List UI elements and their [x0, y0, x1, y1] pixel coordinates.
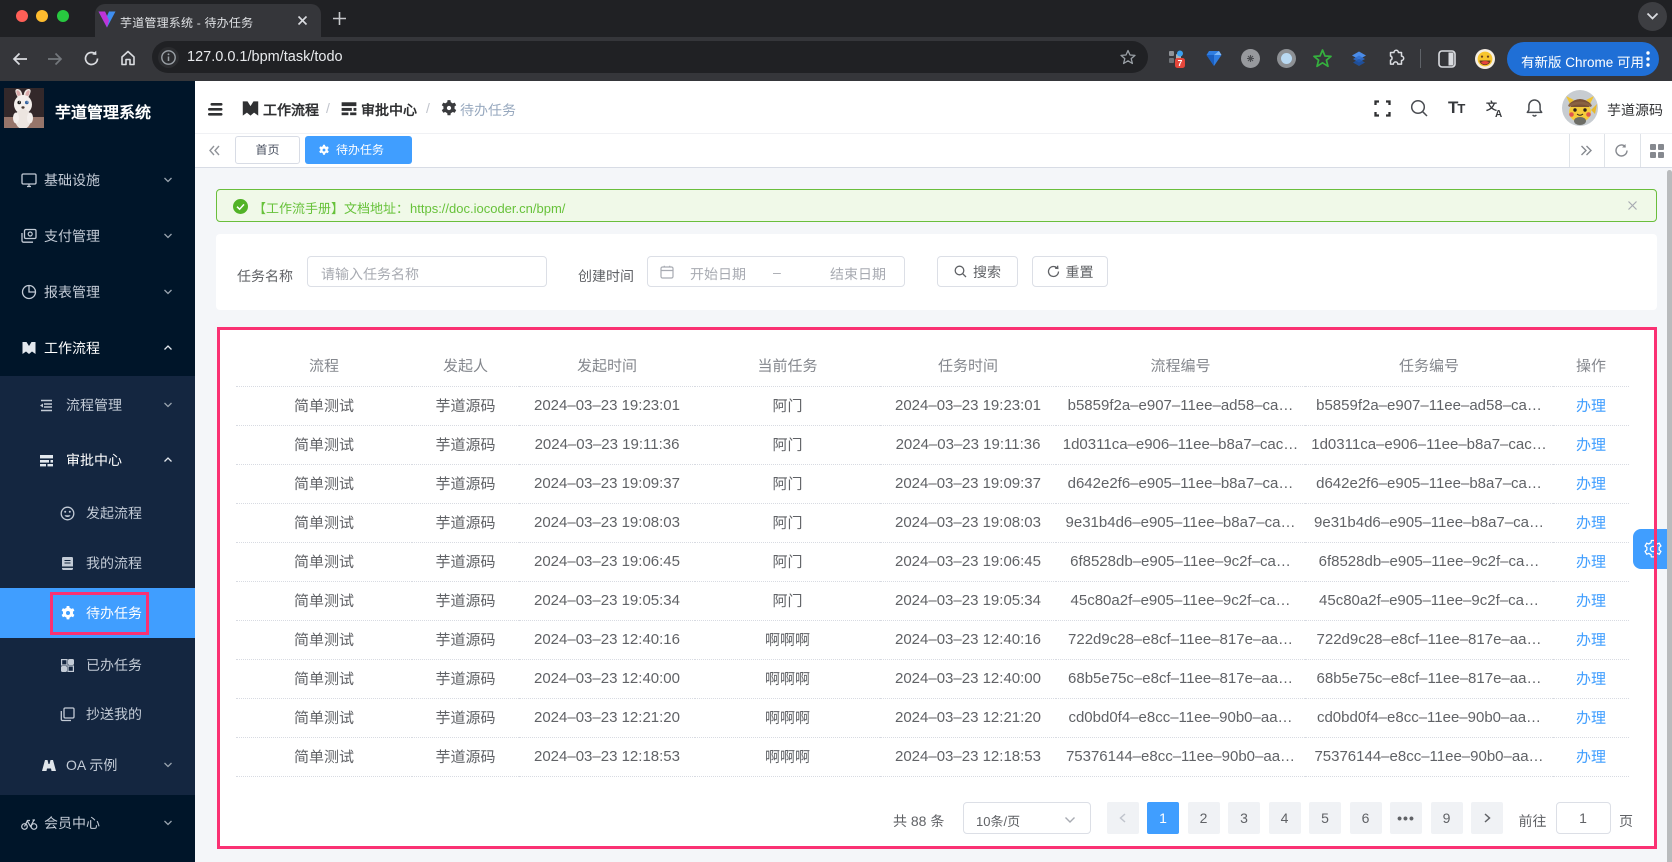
- svg-text:7: 7: [1178, 58, 1183, 68]
- svg-text:A: A: [1495, 109, 1502, 118]
